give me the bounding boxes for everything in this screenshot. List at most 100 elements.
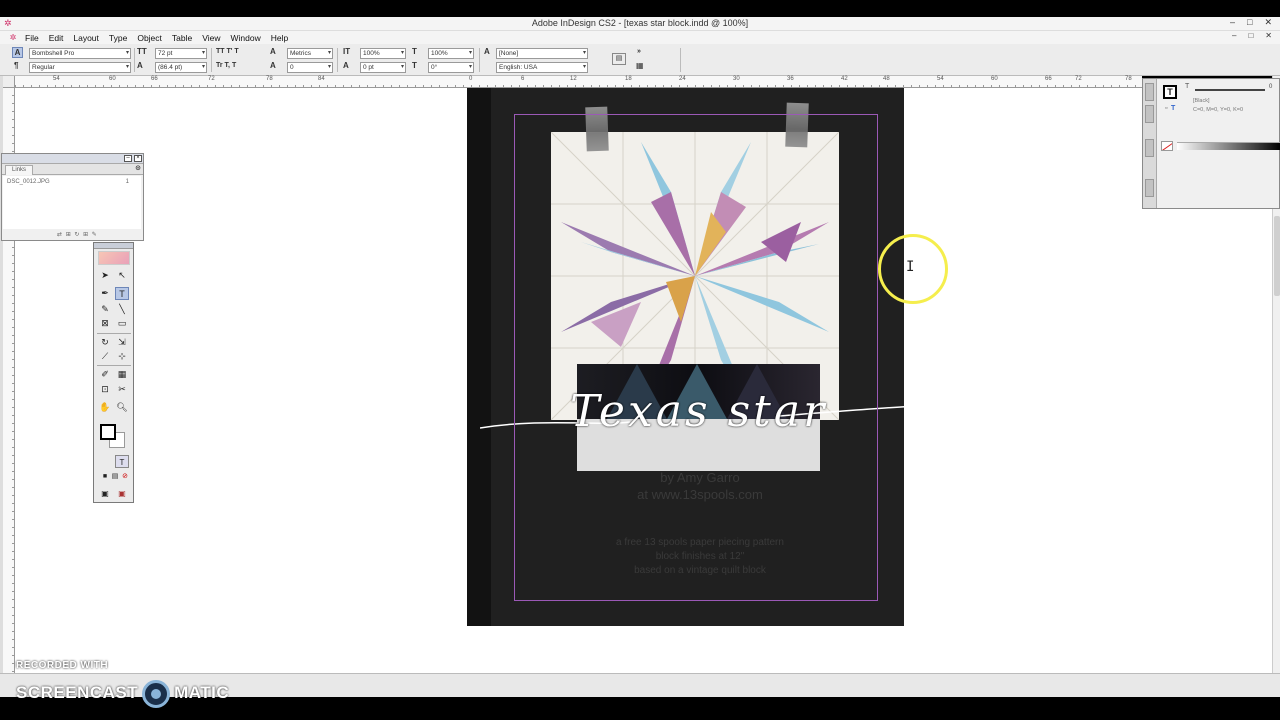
close-button[interactable]: ✕ — [1264, 17, 1272, 28]
text-color-swatch-icon[interactable]: T — [1163, 85, 1177, 99]
menu-object[interactable]: Object — [132, 33, 167, 43]
ruler-origin[interactable] — [3, 76, 15, 88]
watermark-brand-right: MATIC — [174, 683, 230, 703]
language-select[interactable]: English: USA — [496, 62, 588, 73]
shear-tool-icon[interactable]: ⟋ — [98, 350, 112, 363]
panel-menu-icon[interactable]: » — [637, 47, 641, 57]
docked-panel-tab[interactable] — [1145, 83, 1154, 101]
panel-menu-icon[interactable]: ⊙ — [135, 164, 141, 174]
formatting-affects-text-icon[interactable]: T — [1171, 105, 1175, 112]
fill-stroke-swatches[interactable] — [100, 424, 128, 450]
links-list[interactable]: DSC_0012.JPG 1 — [3, 176, 141, 229]
scrollbar-thumb[interactable] — [1274, 216, 1280, 296]
menu-type[interactable]: Type — [104, 33, 132, 43]
skew-field[interactable]: 0° — [428, 62, 474, 73]
line-tool-icon[interactable]: ╲ — [115, 303, 129, 316]
ruler-label: 78 — [266, 76, 273, 82]
ruler-label: 6 — [521, 76, 525, 82]
menu-layout[interactable]: Layout — [68, 33, 104, 43]
tint-slider[interactable] — [1195, 89, 1265, 91]
menu-edit[interactable]: Edit — [44, 33, 69, 43]
doc-close-button[interactable]: ✕ — [1265, 31, 1272, 40]
rectangle-tool-icon[interactable]: ▭ — [115, 317, 129, 330]
fill-swatch[interactable] — [100, 424, 116, 440]
control-options-icon[interactable]: ▦ — [636, 61, 644, 71]
tracking-icon: A — [270, 61, 276, 70]
docked-panel-tab[interactable] — [1145, 179, 1154, 197]
ruler-label: 12 — [570, 76, 577, 82]
toolbox-divider — [97, 365, 131, 366]
control-panel: A ¶ Bombshell Pro Regular TT 72 pt A (86… — [0, 44, 1280, 76]
link-item-name[interactable]: DSC_0012.JPG — [7, 179, 50, 185]
tint-value[interactable]: 0 — [1269, 84, 1272, 90]
menu-table[interactable]: Table — [167, 33, 197, 43]
rectangle-frame-tool-icon[interactable]: ⊠ — [98, 317, 112, 330]
docked-panel-tab[interactable] — [1145, 105, 1154, 123]
selection-tool-icon[interactable]: ➤ — [98, 269, 112, 282]
all-caps-icon[interactable]: TT T' T — [216, 47, 239, 57]
free-transform-tool-icon[interactable]: ⊹ — [115, 350, 129, 363]
preview-view-icon[interactable]: ▣ — [115, 487, 129, 500]
direct-selection-tool-icon[interactable]: ↖ — [115, 269, 129, 282]
color-ramp[interactable] — [1177, 142, 1280, 150]
font-style-select[interactable]: Regular — [29, 62, 131, 73]
pencil-tool-icon[interactable]: ✎ — [98, 303, 112, 316]
doc-minimize-button[interactable]: – — [1232, 31, 1236, 40]
font-size-icon: TT — [137, 47, 147, 56]
vertical-scale-field[interactable]: 100% — [360, 48, 406, 59]
color-panel[interactable]: T ▫ T T 0 [Black] C=0, M=0, Y=0, K=0 — [1142, 78, 1280, 209]
character-mode-icon[interactable]: A — [12, 47, 23, 58]
tools-panel: ➤ ↖ ✒ T ✎ ╲ ⊠ ▭ ↻ ⇲ ⟋ ⊹ ✐ ▦ ⊡ ✂ ✋ 🔍︎ T ■… — [93, 242, 134, 503]
horizontal-ruler[interactable]: 54 60 66 72 78 84 0 6 12 18 24 30 36 42 … — [15, 76, 1142, 88]
doc-restore-button[interactable]: □ — [1248, 31, 1253, 40]
tracking-field[interactable]: 0 — [287, 62, 333, 73]
maximize-button[interactable]: □ — [1247, 17, 1252, 28]
baseline-shift-icon: A — [343, 61, 349, 70]
small-caps-icon[interactable]: Tr T, T — [216, 61, 236, 71]
links-panel-actions-icon[interactable]: ⇄ ⊞ ↻ ⊞ ✎ — [57, 231, 98, 238]
menu-file[interactable]: File — [20, 33, 44, 43]
swap-color-icon[interactable]: ▫ — [1165, 105, 1167, 112]
formatting-text-icon[interactable]: T — [115, 455, 129, 468]
type-tool-icon[interactable]: T — [115, 287, 129, 300]
font-size-field[interactable]: 72 pt — [155, 48, 207, 59]
eyedropper-tool-icon[interactable]: ✐ — [98, 368, 112, 381]
rotate-tool-icon[interactable]: ↻ — [98, 336, 112, 349]
text-frame-options-icon[interactable]: ▤ — [612, 53, 626, 65]
scale-tool-icon[interactable]: ⇲ — [115, 336, 129, 349]
links-panel[interactable]: – × Links ⊙ DSC_0012.JPG 1 ⇄ ⊞ ↻ ⊞ ✎ — [1, 153, 144, 241]
minimize-button[interactable]: – — [1230, 17, 1235, 28]
normal-view-icon[interactable]: ▣ — [98, 487, 112, 500]
ruler-label: 24 — [679, 76, 686, 82]
kerning-field[interactable]: Metrics — [287, 48, 333, 59]
panel-header[interactable]: – × — [2, 154, 143, 164]
panel-collapse-button[interactable]: – — [124, 155, 132, 162]
toolbox-header[interactable] — [94, 243, 133, 249]
font-family-select[interactable]: Bombshell Pro — [29, 48, 131, 59]
baseline-shift-field[interactable]: 0 pt — [360, 62, 406, 73]
menu-view[interactable]: View — [197, 33, 225, 43]
hand-tool-icon[interactable]: ✋ — [98, 401, 112, 414]
panel-close-button[interactable]: × — [134, 155, 142, 162]
paragraph-mode-icon[interactable]: ¶ — [14, 61, 18, 71]
swatch-name: [Black] — [1193, 98, 1210, 104]
none-swatch[interactable] — [1161, 141, 1173, 151]
character-style-select[interactable]: [None] — [496, 48, 588, 59]
letterbox-top — [0, 0, 1280, 17]
button-tool-icon[interactable]: ⊡ — [98, 383, 112, 396]
docked-panel-tab[interactable] — [1145, 139, 1154, 157]
horizontal-scale-field[interactable]: 100% — [428, 48, 474, 59]
zoom-tool-icon[interactable]: 🔍︎ — [115, 401, 129, 414]
pen-tool-icon[interactable]: ✒ — [98, 287, 112, 300]
toolbox-divider — [97, 333, 131, 334]
leading-field[interactable]: (86.4 pt) — [155, 62, 207, 73]
scissors-tool-icon[interactable]: ✂ — [115, 383, 129, 396]
apply-none-icon[interactable]: ⊘ — [118, 470, 132, 483]
horizontal-scale-icon: T — [412, 47, 417, 56]
indesign-logo-icon — [98, 251, 130, 265]
ruler-label: 42 — [841, 76, 848, 82]
tab-links[interactable]: Links — [5, 165, 34, 175]
menu-help[interactable]: Help — [266, 33, 293, 43]
gradient-tool-icon[interactable]: ▦ — [115, 368, 129, 381]
menu-window[interactable]: Window — [226, 33, 266, 43]
